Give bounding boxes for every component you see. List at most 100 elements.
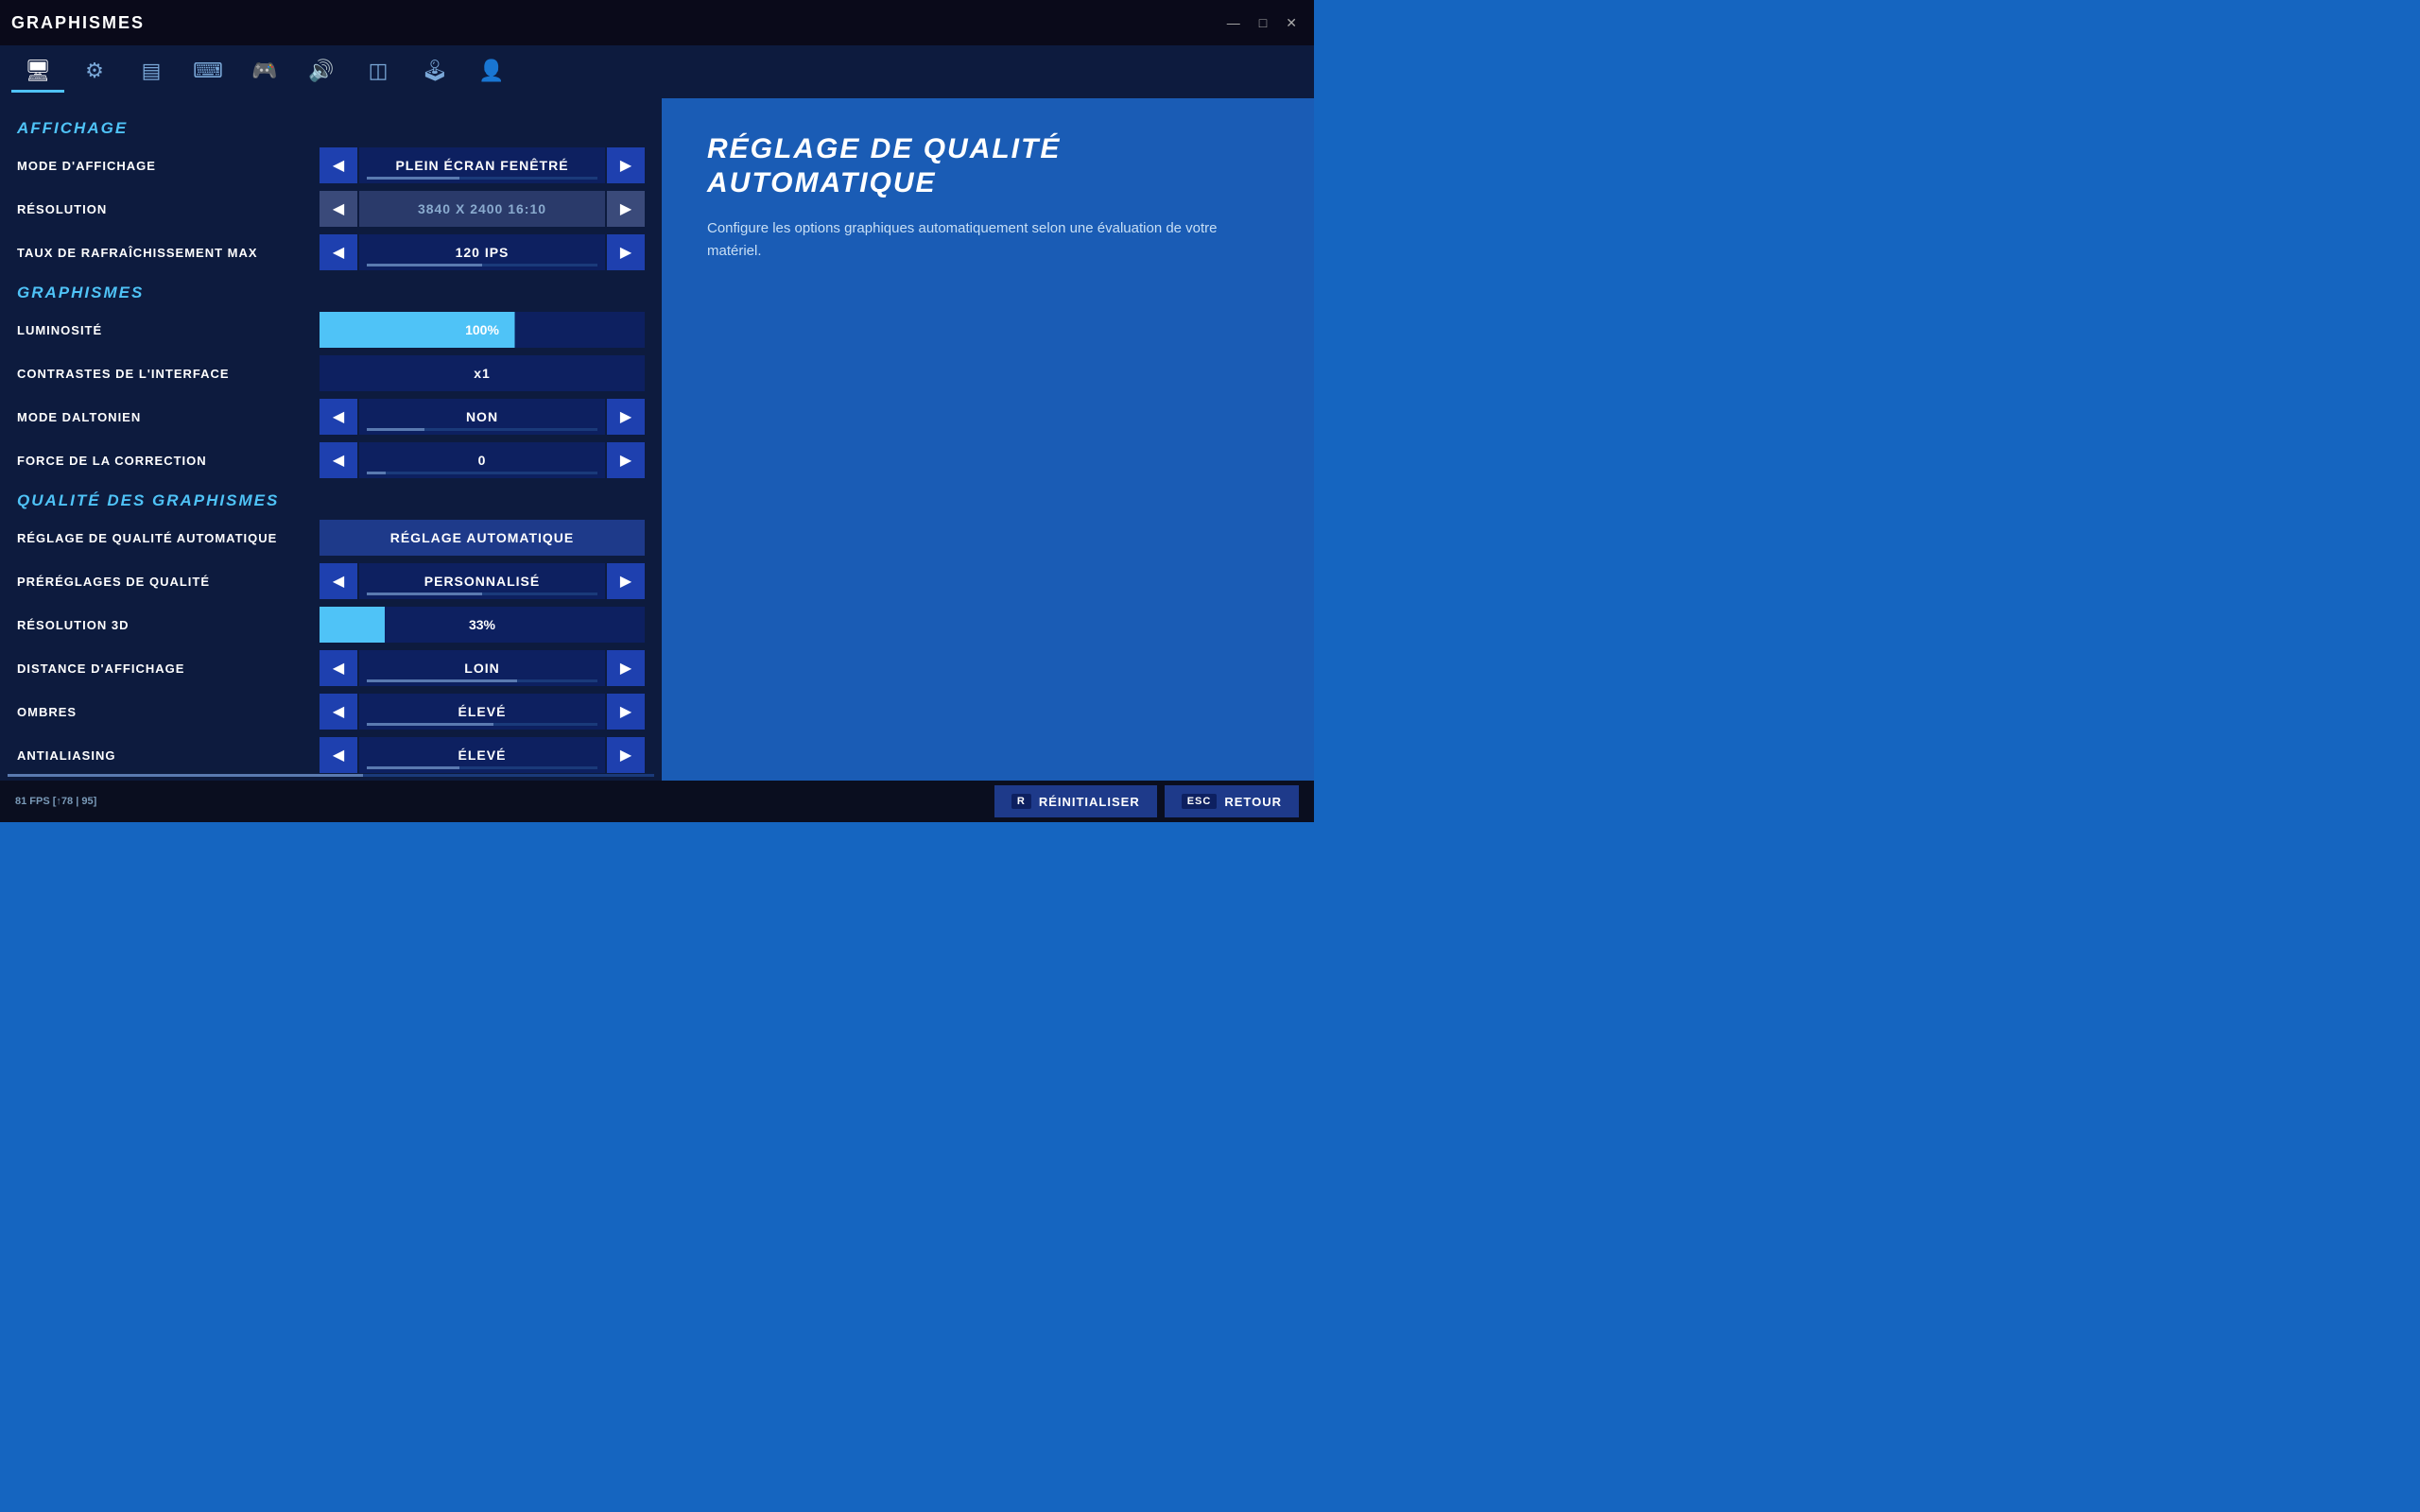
- label-contrastes: CONTRASTES DE L'INTERFACE: [17, 367, 320, 381]
- fps-display: 81 FPS [↑78 | 95]: [15, 796, 96, 807]
- title-bar: GRAPHISMES — □ ✕: [0, 0, 1314, 45]
- value-taux: 120 IPS: [359, 234, 605, 270]
- arrow-left-mode-affichage[interactable]: ◀: [320, 147, 357, 183]
- right-panel: RÉGLAGE DE QUALITÉ AUTOMATIQUE Configure…: [662, 98, 1314, 781]
- maximize-button[interactable]: □: [1253, 13, 1272, 33]
- control-antialiasing: ◀ ÉLEVÉ ▶: [320, 737, 645, 773]
- retour-button[interactable]: ESC RETOUR: [1165, 785, 1299, 817]
- value-daltonien: NON: [359, 399, 605, 435]
- main-layout: AFFICHAGE MODE D'AFFICHAGE ◀ PLEIN ÉCRAN…: [0, 98, 1314, 781]
- bar-distance: [367, 679, 597, 682]
- arrow-left-prereglages[interactable]: ◀: [320, 563, 357, 599]
- minimize-button[interactable]: —: [1221, 13, 1246, 33]
- row-ombres: OMBRES ◀ ÉLEVÉ ▶: [0, 690, 662, 733]
- arrow-right-prereglages[interactable]: ▶: [607, 563, 645, 599]
- value-resolution: 3840 X 2400 16:10: [359, 191, 605, 227]
- bar-mode-affichage: [367, 177, 597, 180]
- value-contrastes: x1: [320, 355, 645, 391]
- control-distance: ◀ LOIN ▶: [320, 650, 645, 686]
- value-antialiasing: ÉLEVÉ: [359, 737, 605, 773]
- value-force-correction: 0: [359, 442, 605, 478]
- arrow-right-taux[interactable]: ▶: [607, 234, 645, 270]
- row-antialiasing: ANTIALIASING ◀ ÉLEVÉ ▶: [0, 733, 662, 777]
- arrow-right-ombres[interactable]: ▶: [607, 694, 645, 730]
- control-force-correction: ◀ 0 ▶: [320, 442, 645, 478]
- control-luminosite: 100%: [320, 312, 645, 348]
- right-panel-title: RÉGLAGE DE QUALITÉ AUTOMATIQUE: [707, 132, 1269, 200]
- control-resolution-3d: 33%: [320, 607, 645, 643]
- bar-antialiasing: [367, 766, 597, 769]
- section-affichage: AFFICHAGE: [0, 110, 662, 144]
- label-force-correction: FORCE DE LA CORRECTION: [17, 454, 320, 468]
- label-distance: DISTANCE D'AFFICHAGE: [17, 662, 320, 676]
- label-resolution-3d: RÉSOLUTION 3D: [17, 618, 320, 632]
- bar-resolution: [8, 774, 654, 777]
- label-luminosite: LUMINOSITÉ: [17, 323, 320, 337]
- arrow-right-mode-affichage[interactable]: ▶: [607, 147, 645, 183]
- retour-label: RETOUR: [1224, 795, 1282, 809]
- label-daltonien: MODE DALTONIEN: [17, 410, 320, 424]
- row-resolution: RÉSOLUTION ◀ 3840 X 2400 16:10 ▶: [0, 187, 662, 231]
- arrow-left-daltonien[interactable]: ◀: [320, 399, 357, 435]
- row-distance: DISTANCE D'AFFICHAGE ◀ LOIN ▶: [0, 646, 662, 690]
- app-title: GRAPHISMES: [11, 13, 145, 33]
- arrow-left-resolution[interactable]: ◀: [320, 191, 357, 227]
- control-resolution: ◀ 3840 X 2400 16:10 ▶: [320, 191, 645, 227]
- close-button[interactable]: ✕: [1280, 13, 1303, 33]
- label-ombres: OMBRES: [17, 705, 320, 719]
- row-daltonien: MODE DALTONIEN ◀ NON ▶: [0, 395, 662, 438]
- row-resolution-3d: RÉSOLUTION 3D 33%: [0, 603, 662, 646]
- bar-ombres: [367, 723, 597, 726]
- row-luminosite: LUMINOSITÉ 100%: [0, 308, 662, 352]
- bottom-buttons: R RÉINITIALISER ESC RETOUR: [994, 785, 1299, 817]
- control-mode-affichage: ◀ PLEIN ÉCRAN FENÊTRÉ ▶: [320, 147, 645, 183]
- control-prereglages: ◀ PERSONNALISÉ ▶: [320, 563, 645, 599]
- label-resolution: RÉSOLUTION: [17, 202, 320, 216]
- tab-ui[interactable]: ▤: [125, 51, 178, 93]
- right-panel-description: Configure les options graphiques automat…: [707, 217, 1269, 263]
- control-reglage-qualite: RÉGLAGE AUTOMATIQUE: [320, 520, 645, 556]
- tab-settings[interactable]: ⚙: [68, 51, 121, 93]
- value-mode-affichage: PLEIN ÉCRAN FENÊTRÉ: [359, 147, 605, 183]
- bar-daltonien: [367, 428, 597, 431]
- reinitialiser-kbd: R: [1011, 794, 1031, 809]
- row-force-correction: FORCE DE LA CORRECTION ◀ 0 ▶: [0, 438, 662, 482]
- value-luminosite[interactable]: 100%: [320, 312, 645, 348]
- window-controls[interactable]: — □ ✕: [1221, 13, 1303, 33]
- arrow-left-ombres[interactable]: ◀: [320, 694, 357, 730]
- arrow-right-force-correction[interactable]: ▶: [607, 442, 645, 478]
- tab-gamepad[interactable]: 🎮: [238, 51, 291, 93]
- bar-force-correction: [367, 472, 597, 474]
- bar-prereglages: [367, 593, 597, 595]
- arrow-left-force-correction[interactable]: ◀: [320, 442, 357, 478]
- arrow-right-antialiasing[interactable]: ▶: [607, 737, 645, 773]
- control-daltonien: ◀ NON ▶: [320, 399, 645, 435]
- section-qualite: QUALITÉ DES GRAPHISMES: [0, 482, 662, 516]
- row-prereglages: PRÉRÉGLAGES DE QUALITÉ ◀ PERSONNALISÉ ▶: [0, 559, 662, 603]
- tab-audio[interactable]: 🔊: [295, 51, 348, 93]
- value-reglage-qualite[interactable]: RÉGLAGE AUTOMATIQUE: [320, 520, 645, 556]
- value-distance: LOIN: [359, 650, 605, 686]
- arrow-right-resolution[interactable]: ▶: [607, 191, 645, 227]
- arrow-left-distance[interactable]: ◀: [320, 650, 357, 686]
- label-reglage-qualite: RÉGLAGE DE QUALITÉ AUTOMATIQUE: [17, 531, 320, 545]
- tab-controller[interactable]: 🕹: [408, 51, 461, 93]
- tab-profile[interactable]: 👤: [465, 51, 518, 93]
- tab-display[interactable]: 🖥: [11, 51, 64, 93]
- tab-account[interactable]: ◫: [352, 51, 405, 93]
- arrow-right-daltonien[interactable]: ▶: [607, 399, 645, 435]
- row-reglage-qualite: RÉGLAGE DE QUALITÉ AUTOMATIQUE RÉGLAGE A…: [0, 516, 662, 559]
- arrow-left-antialiasing[interactable]: ◀: [320, 737, 357, 773]
- arrow-left-taux[interactable]: ◀: [320, 234, 357, 270]
- control-ombres: ◀ ÉLEVÉ ▶: [320, 694, 645, 730]
- bottom-bar: 81 FPS [↑78 | 95] R RÉINITIALISER ESC RE…: [0, 781, 1314, 822]
- control-contrastes: x1: [320, 355, 645, 391]
- arrow-right-distance[interactable]: ▶: [607, 650, 645, 686]
- value-resolution-3d[interactable]: 33%: [320, 607, 645, 643]
- section-graphismes: GRAPHISMES: [0, 274, 662, 308]
- tab-keyboard[interactable]: ⌨: [182, 51, 234, 93]
- reinitialiser-label: RÉINITIALISER: [1039, 795, 1140, 809]
- label-prereglages: PRÉRÉGLAGES DE QUALITÉ: [17, 575, 320, 589]
- value-prereglages: PERSONNALISÉ: [359, 563, 605, 599]
- reinitialiser-button[interactable]: R RÉINITIALISER: [994, 785, 1157, 817]
